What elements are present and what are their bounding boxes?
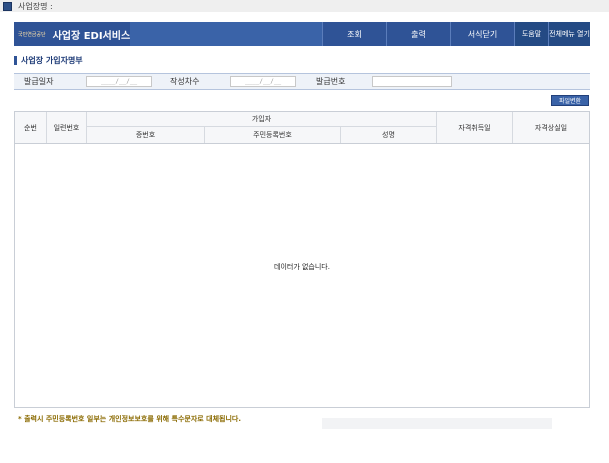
issue-number-label: 발급번호 bbox=[316, 77, 346, 86]
help-button[interactable]: 도움말 bbox=[514, 22, 548, 46]
nps-logo: 국민연금공단 bbox=[18, 31, 46, 38]
file-convert-button[interactable]: 파일변환 bbox=[551, 95, 589, 106]
privacy-notice: * 출력시 주민등록번호 일부는 개인정보보호를 위해 특수문자로 대체됩니다. bbox=[18, 415, 242, 423]
col-name: 성명 bbox=[341, 127, 437, 143]
footer-area bbox=[322, 418, 552, 429]
service-title: 사업장 EDI서비스 bbox=[52, 30, 131, 42]
issue-date-input[interactable]: ____/__/__ bbox=[86, 76, 152, 87]
print-button[interactable]: 출력 bbox=[386, 22, 450, 46]
table-header: 순번 일련번호 가입자 증번호 주민등록번호 성명 자격취득일 자격상실일 bbox=[15, 112, 589, 144]
issue-number-input[interactable] bbox=[372, 76, 452, 87]
search-filter-bar: 발급일자 ____/__/__ 작성차수 ____/__/__ 발급번호 bbox=[14, 73, 590, 90]
col-cert-number: 증번호 bbox=[87, 127, 205, 143]
round-input[interactable]: ____/__/__ bbox=[230, 76, 296, 87]
workplace-name-label: 사업장명 : bbox=[18, 1, 53, 11]
window-titlebar: 사업장명 : bbox=[0, 0, 609, 12]
col-serial: 일련번호 bbox=[47, 112, 87, 143]
close-form-button[interactable]: 서식닫기 bbox=[450, 22, 514, 46]
col-acquired-date: 자격취득일 bbox=[437, 112, 513, 143]
col-lost-date: 자격상실일 bbox=[534, 123, 568, 132]
brand: 국민연금공단 사업장 EDI서비스 bbox=[14, 22, 130, 46]
col-subscriber-group: 가입자 bbox=[87, 112, 437, 127]
top-navigation: 국민연금공단 사업장 EDI서비스 조회 출력 서식닫기 도움말 전체메뉴 열기 bbox=[14, 22, 590, 46]
page-title: 사업장 가입자명부 bbox=[21, 56, 83, 65]
empty-state-message: 데이터가 없습니다. bbox=[274, 263, 330, 271]
round-label: 작성차수 bbox=[170, 77, 200, 86]
open-all-menu-button[interactable]: 전체메뉴 열기 bbox=[548, 22, 590, 46]
section-marker bbox=[14, 56, 17, 65]
col-resident-number: 주민등록번호 bbox=[205, 127, 341, 143]
app-icon bbox=[3, 1, 12, 11]
subscriber-table: 순번 일련번호 가입자 증번호 주민등록번호 성명 자격취득일 자격상실일 데이… bbox=[14, 111, 590, 408]
issue-date-label: 발급일자 bbox=[24, 77, 54, 86]
header-spacer bbox=[130, 22, 322, 46]
section-heading: 사업장 가입자명부 bbox=[14, 55, 83, 66]
inquiry-button[interactable]: 조회 bbox=[322, 22, 386, 46]
col-seq: 순번 bbox=[15, 112, 47, 143]
